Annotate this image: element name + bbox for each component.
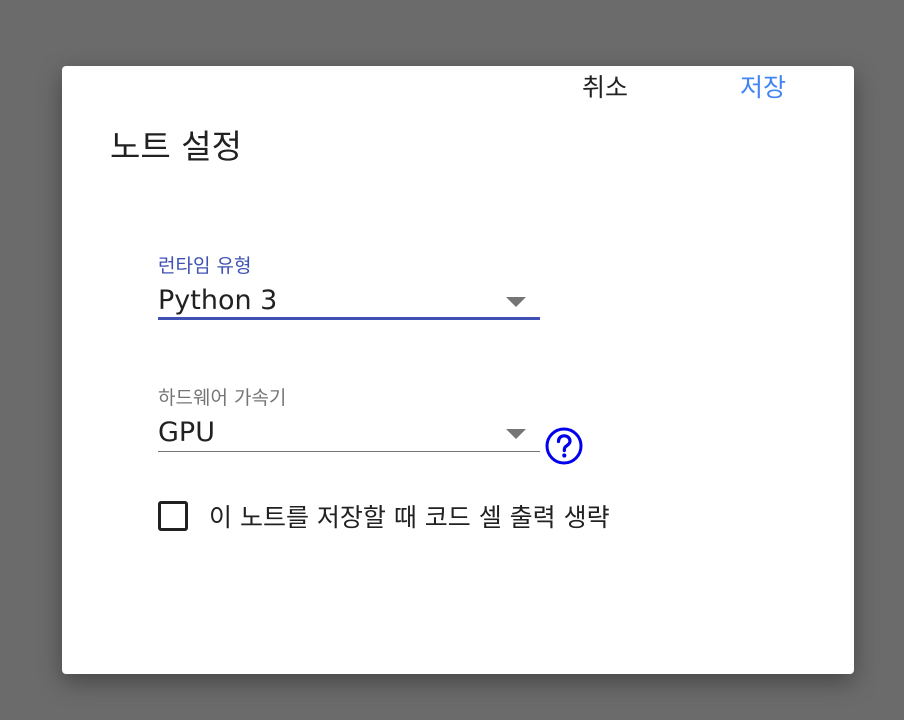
hardware-accelerator-field: 하드웨어 가속기 GPU [158,386,540,452]
omit-output-checkbox[interactable] [158,501,188,531]
question-circle-icon-svg [545,427,583,465]
omit-output-label: 이 노트를 저장할 때 코드 셀 출력 생략 [209,503,610,532]
dropdown-arrow-icon [506,297,526,307]
runtime-type-field: 런타임 유형 Python 3 [158,254,540,320]
notebook-settings-dialog: 노트 설정 런타임 유형 Python 3 하드웨어 가속기 GPU 이 노트를… [62,66,854,674]
runtime-type-label: 런타임 유형 [158,255,252,277]
save-button[interactable]: 저장 [732,66,794,110]
hardware-accelerator-underline [158,451,540,452]
runtime-type-select[interactable]: Python 3 [158,278,540,320]
dropdown-arrow-icon [506,429,526,439]
runtime-type-underline [158,317,540,320]
runtime-type-value: Python 3 [158,285,278,316]
dialog-title: 노트 설정 [110,127,242,166]
omit-output-option[interactable]: 이 노트를 저장할 때 코드 셀 출력 생략 [158,498,610,534]
cancel-button[interactable]: 취소 [574,66,636,110]
hardware-accelerator-value: GPU [158,417,215,448]
hardware-accelerator-label: 하드웨어 가속기 [158,387,287,409]
hardware-accelerator-select[interactable]: GPU [158,410,540,452]
question-circle-icon[interactable] [544,426,584,466]
